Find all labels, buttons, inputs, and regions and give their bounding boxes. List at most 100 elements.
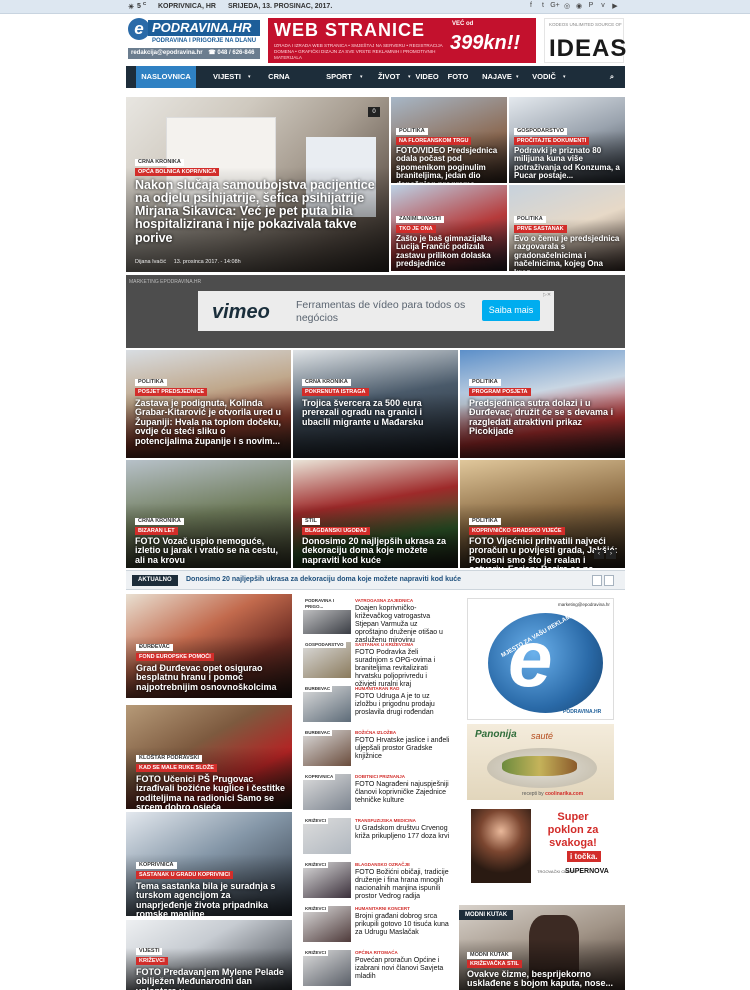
nav-item-7[interactable]: FOTO (444, 66, 472, 88)
hero-side-category[interactable]: NA FLOREANSKOM TRGU (396, 137, 472, 145)
instagram-icon[interactable]: ◎ (561, 2, 573, 10)
list-thumb[interactable]: GOSPODARSTVO (303, 642, 351, 678)
modni-title[interactable]: Ovakve čizme, besprijekorno usklađene s … (467, 969, 617, 989)
googleplus-icon[interactable]: G+ (549, 2, 561, 9)
sidebar-ad-epodravina[interactable]: marketing@epodravina.hr e MJESTO ZA VAŠU… (467, 598, 614, 720)
list-thumb[interactable]: KRIŽEVCI (303, 818, 351, 854)
hero-side-article[interactable]: GOSPODARSTVO PROČITAJTE DOKUMENTI Podravki… (509, 97, 625, 183)
vijesti-title[interactable]: FOTO Učenici PŠ Prugovac izrađivali boži… (136, 774, 286, 809)
vimeo-ad[interactable]: vimeo Ferramentas de vídeo para todos os… (198, 291, 554, 331)
grid-article[interactable]: POLITIKA PROGRAM POSJETA Predsjednica sutr… (460, 350, 625, 458)
list-thumb[interactable]: ĐURĐEVAC (303, 686, 351, 722)
modni-cat-top[interactable]: MODNI KUTAK (467, 952, 512, 959)
grid-category-top[interactable]: POLITIKA (469, 379, 501, 386)
list-title[interactable]: FOTO Udruga A je to uz izložbu i prigodn… (355, 693, 450, 717)
ticker-text[interactable]: Donosimo 20 najljepših ukrasa za dekorac… (186, 576, 461, 583)
grid-category[interactable]: POSJET PREDSJEDNICE (135, 388, 208, 396)
grid-title[interactable]: Zastava je podignuta, Kolinda Grabar-Kit… (135, 398, 285, 446)
list-thumb[interactable]: KRIŽEVCI (303, 862, 351, 898)
hero-side-category-top[interactable]: ZANIMLJIVOSTI (396, 216, 444, 223)
hero-side-category-top[interactable]: POLITIKA (396, 128, 428, 135)
list-thumb[interactable]: KRIŽEVCI (303, 950, 351, 986)
list-category[interactable]: BOŽIĆNA IZLOŽBA (355, 730, 396, 735)
list-category[interactable]: TRANSFUZIJSKA MEDICINA (355, 818, 416, 823)
grid-title[interactable]: FOTO Vozač uspio nemoguće, izletio u jar… (135, 536, 285, 565)
list-category[interactable]: BLAGDANSKO OZRAČJE (355, 862, 410, 867)
hero-side-category-top[interactable]: GOSPODARSTVO (514, 128, 568, 135)
site-logo[interactable]: e PODRAVINA.HR PODRAVINA I PRIGORJE NA D… (128, 18, 260, 60)
hero-side-article[interactable]: ZANIMLJIVOSTI TKO JE ONA Zašto je baš gimn… (391, 185, 507, 271)
list-title[interactable]: FOTO Hrvatske jaslice i anđeli uljepšali… (355, 737, 450, 761)
grid-category[interactable]: KOPRIVNIČKO GRADSKO VIJEĆE (469, 527, 565, 535)
list-thumb[interactable]: ĐURĐEVAC (303, 730, 351, 766)
grid-article[interactable]: STIL BLAGDANSKI UGOĐAJ Donosimo 20 najljep… (293, 460, 458, 568)
modni-cat[interactable]: KRIŽEVAČKA STIL (467, 960, 522, 968)
hero-side-title[interactable]: Zašto je baš gimnazijalka Lucija Frančić… (396, 234, 504, 269)
grid-category[interactable]: PROGRAM POSJETA (469, 388, 531, 396)
hero-side-category-top[interactable]: POLITIKA (514, 216, 546, 223)
sidebar-ad-coolinarika[interactable]: Panonija sauté recepti by coolinarika.co… (467, 724, 614, 800)
vijesti-title[interactable]: Tema sastanka bila je suradnja s turskom… (136, 881, 286, 916)
list-category[interactable]: SASTANAK U KRIŽEVCIMA (355, 642, 413, 647)
grid-next-button[interactable]: › (606, 550, 616, 559)
web-stranice-ad[interactable]: WEB STRANICE IZRADA I IZRADA WEB STRANIC… (268, 18, 536, 63)
nav-item-6[interactable]: VIDEO (410, 66, 444, 88)
grid-category[interactable]: BIZARAN LET (135, 527, 178, 535)
grid-article[interactable]: CRNA KRONIKA POKRENUTA ISTRAGA Trojica šve… (293, 350, 458, 458)
hero-category-top[interactable]: CRNA KRONIKA (135, 159, 184, 166)
list-thumb[interactable]: KOPRIVNICA (303, 774, 351, 810)
grid-category-top[interactable]: POLITIKA (469, 518, 501, 525)
hero-side-title[interactable]: Podravki je priznato 80 milijuna kuna vi… (514, 146, 622, 181)
list-title[interactable]: Povećan proračun Općine i izabrani novi … (355, 957, 450, 981)
rss-icon[interactable]: ◉ (573, 2, 585, 10)
modni-kutak-article[interactable]: MODNI KUTAK MODNI KUTAK KRIŽEVAČKA STIL … (459, 905, 625, 990)
hero-side-category[interactable]: TKO JE ONA (396, 225, 436, 233)
hero-article[interactable]: 0 CRNA KRONIKA OPĆA BOLNICA KOPRIVNICA N… (126, 97, 389, 272)
list-title[interactable]: Doajen koprivničko-križevačkog vatrogast… (355, 605, 450, 645)
hero-side-article[interactable]: POLITIKA NA FLOREANSKOM TRGU FOTO/VIDEO Pr… (391, 97, 507, 183)
vijesti-article[interactable]: VIJESTI KRIŽEVCI FOTO Predavanjem Mylene P… (126, 920, 292, 990)
grid-category[interactable]: BLAGDANSKI UGOĐAJ (302, 527, 370, 535)
list-category[interactable]: OPĆINA RITOMAĆA (355, 950, 398, 955)
vijesti-category[interactable]: KRIŽEVCI (136, 957, 168, 965)
sidebar-ad-supernova[interactable]: Super poklon za svakoga! i točka. TRGOVA… (467, 805, 614, 887)
vijesti-article[interactable]: ĐURĐEVAC FOND EUROPSKE POMOĆI Grad Đurđeva… (126, 594, 292, 698)
hero-side-title[interactable]: FOTO/VIDEO Predsjednica odala počast pod… (396, 146, 504, 183)
grid-article[interactable]: POLITIKA KOPRIVNIČKO GRADSKO VIJEĆE FOTO V… (460, 460, 625, 568)
vijesti-category-top[interactable]: ĐURĐEVAC (136, 644, 173, 651)
vijesti-title[interactable]: Grad Đurđevac opet osigurao besplatnu hr… (136, 663, 286, 692)
nav-item-5[interactable]: ŽIVOT (368, 66, 410, 88)
list-title[interactable]: FOTO Nagrađeni najuspješniji članovi kop… (355, 781, 450, 805)
grid-category-top[interactable]: CRNA KRONIKA (302, 379, 351, 386)
list-category[interactable]: HUMANITARAN RAD (355, 686, 399, 691)
grid-title[interactable]: Predsjednica sutra dolazi i u Đurđevac, … (469, 398, 619, 437)
vijesti-article[interactable]: KLOŠTAR PODRAVSKI KAD SE MALE RUKE SLOŽE F… (126, 705, 292, 809)
facebook-icon[interactable]: f (525, 2, 537, 9)
grid-category-top[interactable]: CRNA KRONIKA (135, 518, 184, 525)
hero-side-title[interactable]: Evo o čemu je predsjednica razgovarala s… (514, 234, 622, 271)
grid-category[interactable]: POKRENUTA ISTRAGA (302, 388, 369, 396)
vijesti-article[interactable]: KOPRIVNICA SASTANAK U GRADU KOPRIVNICI Tem… (126, 812, 292, 916)
vijesti-category[interactable]: KAD SE MALE RUKE SLOŽE (136, 764, 217, 772)
hero-title[interactable]: Nakon slučaja samoubojstva pacijentice n… (135, 178, 385, 245)
grid-category-top[interactable]: POLITIKA (135, 379, 167, 386)
ideas-ad[interactable]: KODEOS UNLIMITED SOURCE OF IDEAS (544, 18, 626, 63)
hero-side-category[interactable]: PROČITAJTE DOKUMENTI (514, 137, 590, 145)
list-title[interactable]: FOTO Božićni običaji, tradicije druženje… (355, 869, 450, 901)
nav-item-9[interactable]: VODIČ (523, 66, 565, 88)
vimeo-button[interactable]: Saiba mais (482, 300, 540, 321)
vijesti-category-top[interactable]: VIJESTI (136, 948, 163, 955)
pinterest-icon[interactable]: P (585, 2, 597, 9)
list-title[interactable]: Brojni građani dobrog srca prikupili got… (355, 913, 450, 937)
vijesti-category[interactable]: FOND EUROPSKE POMOĆI (136, 653, 214, 661)
list-thumb[interactable]: KRIŽEVCI (303, 906, 351, 942)
list-thumb[interactable]: PODRAVINA I PRIGO... (303, 598, 351, 634)
hero-category[interactable]: OPĆA BOLNICA KOPRIVNICA (135, 168, 220, 176)
hero-side-article[interactable]: POLITIKA PRVE SASTANAK Evo o čemu je preds… (509, 185, 625, 271)
nav-item-3[interactable]: CRNA KRONIKA (254, 66, 304, 103)
list-category[interactable]: DOBITNICI PRIZNANJA (355, 774, 405, 779)
vijesti-category-top[interactable]: KOPRIVNICA (136, 862, 177, 869)
ticker-next-button[interactable] (604, 575, 614, 586)
grid-article[interactable]: CRNA KRONIKA BIZARAN LET FOTO Vozač uspio … (126, 460, 291, 568)
twitter-icon[interactable]: t (537, 2, 549, 9)
